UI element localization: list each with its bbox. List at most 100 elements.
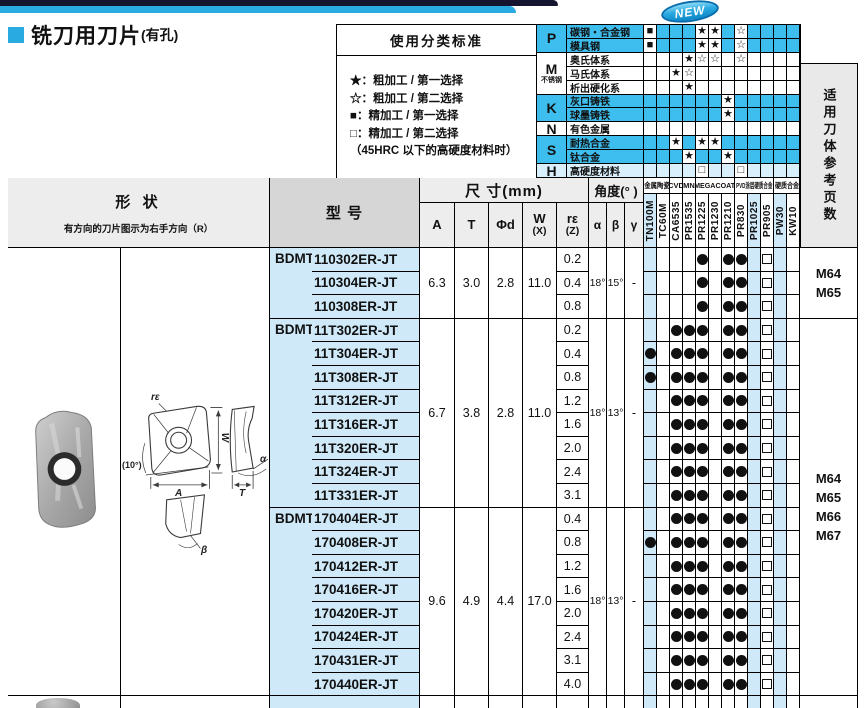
insert-photo bbox=[8, 248, 120, 696]
matrix-mark-cell bbox=[722, 39, 735, 53]
grade-availability-cell bbox=[657, 390, 670, 414]
first-choice-dot bbox=[684, 655, 695, 666]
grade-availability-cell bbox=[787, 626, 800, 650]
second-choice-square bbox=[762, 254, 772, 264]
first-choice-dot bbox=[684, 395, 695, 406]
model-number-cell: 170416ER-JT bbox=[312, 578, 420, 602]
first-choice-dot bbox=[723, 325, 734, 336]
grade-availability-cell bbox=[657, 366, 670, 390]
grade-availability-cell bbox=[696, 437, 709, 461]
next-group-grade-cell bbox=[657, 696, 670, 708]
dim-col-header: rε(Z) bbox=[557, 203, 589, 248]
first-choice-dot bbox=[723, 466, 734, 477]
page-reference-cell: M64M65M66M67 bbox=[800, 319, 858, 697]
model-number-cell: 170404ER-JT bbox=[312, 508, 420, 532]
grade-availability-cell bbox=[761, 342, 774, 366]
first-choice-dot bbox=[736, 301, 747, 312]
matrix-mark-cell bbox=[709, 67, 722, 81]
grade-availability-cell bbox=[748, 673, 761, 697]
grade-availability-cell bbox=[696, 248, 709, 272]
grade-availability-cell bbox=[774, 295, 787, 319]
grade-availability-cell bbox=[787, 484, 800, 508]
grade-availability-cell bbox=[709, 602, 722, 626]
matrix-mark-cell bbox=[683, 25, 696, 39]
first-choice-dot bbox=[671, 372, 682, 383]
grade-availability-cell bbox=[722, 437, 735, 461]
next-group-dim-cell bbox=[589, 696, 607, 708]
material-name: 马氏体系 bbox=[567, 67, 644, 81]
matrix-mark-cell bbox=[735, 108, 748, 122]
shape-header-text: 形 状 bbox=[115, 191, 161, 212]
first-choice-dot bbox=[697, 631, 708, 642]
matrix-mark-cell bbox=[774, 108, 787, 122]
grade-availability-cell bbox=[657, 295, 670, 319]
second-choice-square bbox=[762, 514, 772, 524]
grade-availability-cell bbox=[748, 248, 761, 272]
grade-availability-cell bbox=[644, 460, 657, 484]
matrix-mark-cell: ★ bbox=[696, 39, 709, 53]
second-choice-square bbox=[762, 679, 772, 689]
corner-radius-cell: 1.6 bbox=[557, 413, 589, 437]
grade-availability-cell bbox=[787, 578, 800, 602]
grade-availability-cell bbox=[670, 437, 683, 461]
grade-availability-cell bbox=[722, 555, 735, 579]
model-prefix-cell: BDMT bbox=[270, 508, 312, 697]
second-choice-square bbox=[762, 537, 772, 547]
grade-availability-cell bbox=[696, 413, 709, 437]
dim-col-header: T bbox=[455, 203, 489, 248]
material-name: 奥氏体系 bbox=[567, 53, 644, 67]
angle-beta-cell: 13° bbox=[607, 508, 625, 697]
grade-availability-cell bbox=[748, 342, 761, 366]
first-choice-dot bbox=[671, 513, 682, 524]
matrix-mark-cell bbox=[787, 108, 800, 122]
grade-group-header: MEGACOAT bbox=[696, 178, 735, 194]
matrix-mark-cell bbox=[761, 53, 774, 67]
matrix-mark-cell bbox=[644, 136, 657, 150]
material-letter-text: P bbox=[547, 31, 556, 45]
grade-availability-cell bbox=[761, 366, 774, 390]
corner-radius-cell: 2.0 bbox=[557, 602, 589, 626]
grade-availability-cell bbox=[657, 602, 670, 626]
dim-col-header: A bbox=[420, 203, 455, 248]
grade-availability-cell bbox=[709, 248, 722, 272]
dim-t-cell: 4.9 bbox=[455, 508, 489, 697]
first-choice-dot bbox=[697, 443, 708, 454]
matrix-mark-cell bbox=[774, 122, 787, 136]
grade-availability-cell bbox=[709, 390, 722, 414]
second-choice-square bbox=[762, 349, 772, 359]
matrix-mark-cell bbox=[748, 53, 761, 67]
dim-col-top: A bbox=[432, 218, 441, 232]
grade-availability-cell bbox=[657, 342, 670, 366]
grade-availability-cell bbox=[696, 272, 709, 296]
grade-availability-cell bbox=[748, 602, 761, 626]
matrix-mark-cell bbox=[644, 164, 657, 178]
grade-availability-cell bbox=[644, 508, 657, 532]
first-choice-dot bbox=[736, 537, 747, 548]
first-choice-dot bbox=[645, 537, 656, 548]
first-choice-dot bbox=[723, 301, 734, 312]
matrix-mark-cell bbox=[748, 164, 761, 178]
dim-col-top: rε bbox=[567, 212, 578, 226]
next-group-grade-cell bbox=[774, 696, 787, 708]
grade-availability-cell bbox=[709, 484, 722, 508]
grade-availability-cell bbox=[696, 319, 709, 343]
grade-availability-cell bbox=[774, 437, 787, 461]
top-bar-cyan bbox=[0, 6, 516, 13]
grade-availability-cell bbox=[735, 626, 748, 650]
grade-availability-cell bbox=[761, 602, 774, 626]
page-reference-value: M65 bbox=[816, 283, 841, 302]
matrix-mark-cell bbox=[657, 122, 670, 136]
angle-alpha-cell: 18° bbox=[589, 319, 607, 508]
grade-availability-cell bbox=[670, 555, 683, 579]
grade-availability-cell bbox=[683, 626, 696, 650]
first-choice-dot bbox=[697, 325, 708, 336]
grade-availability-cell bbox=[696, 390, 709, 414]
matrix-mark-cell bbox=[735, 122, 748, 136]
matrix-mark-cell bbox=[657, 95, 670, 109]
matrix-mark-cell bbox=[683, 39, 696, 53]
title-bullet-square bbox=[8, 27, 24, 43]
grade-availability-cell bbox=[696, 342, 709, 366]
grade-availability-cell bbox=[644, 342, 657, 366]
material-name: 碳钢・合金钢 bbox=[567, 25, 644, 39]
grade-availability-cell bbox=[644, 272, 657, 296]
